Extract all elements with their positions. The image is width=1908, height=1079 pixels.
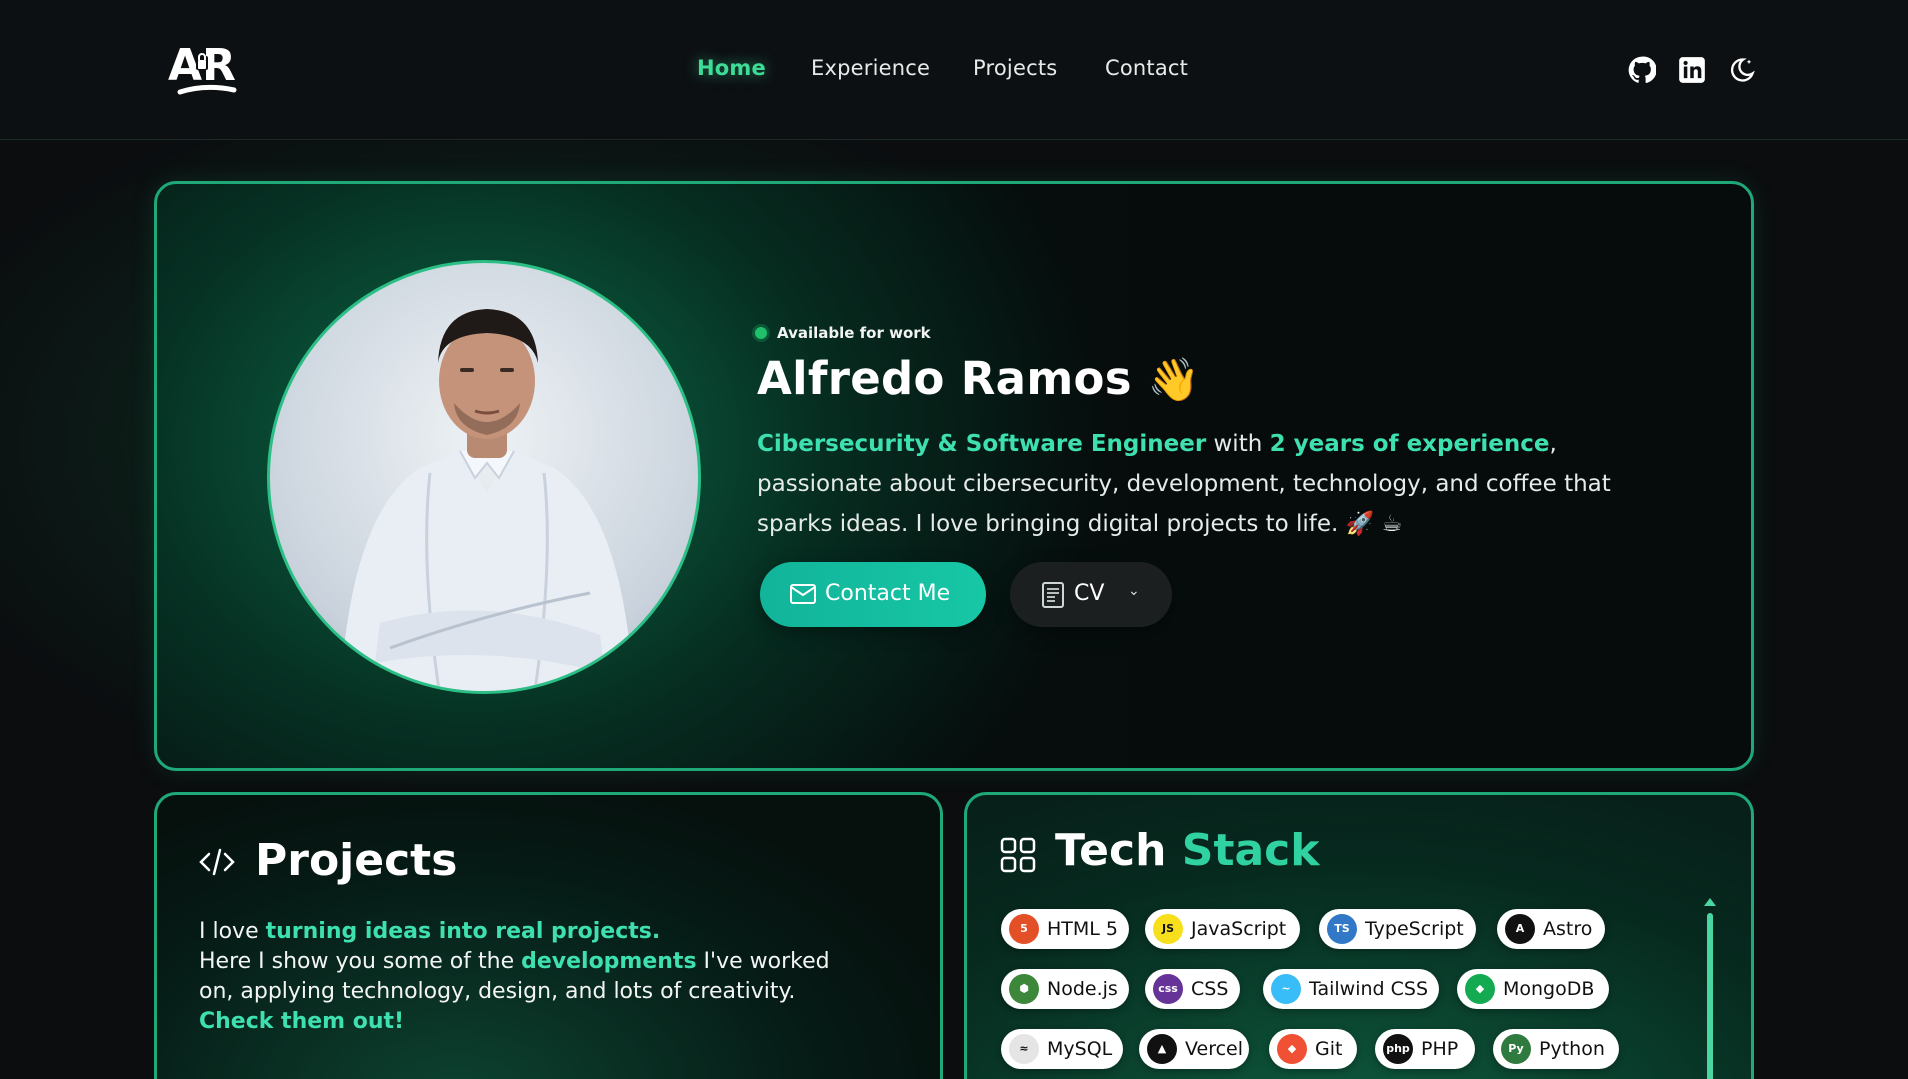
cv-dropdown-button[interactable]: CV ⌄ — [1010, 562, 1172, 627]
hero-name: Alfredo Ramos 👋 — [757, 352, 1201, 405]
status-dot-icon — [755, 327, 767, 339]
grid-icon — [1000, 837, 1036, 873]
tech-chip-label: Python — [1539, 1038, 1605, 1060]
tech-chip-label: PHP — [1421, 1038, 1459, 1060]
chevron-down-icon: ⌄ — [1128, 583, 1140, 599]
tech-logo-icon: A — [1505, 914, 1535, 944]
tech-chip[interactable]: ◆ MongoDB — [1457, 969, 1609, 1009]
tech-chip[interactable]: Py Python — [1493, 1029, 1619, 1069]
tech-chip[interactable]: php PHP — [1375, 1029, 1475, 1069]
scroll-up-icon[interactable] — [1704, 898, 1716, 906]
nav-experience[interactable]: Experience — [811, 56, 930, 80]
tech-chip[interactable]: ~ Tailwind CSS — [1263, 969, 1439, 1009]
tech-stack-title: Tech Stack — [1055, 825, 1320, 876]
tech-logo-icon: ◆ — [1465, 974, 1495, 1004]
tech-chip-label: Git — [1315, 1038, 1343, 1060]
tech-chip[interactable]: ◆ Git — [1269, 1029, 1357, 1069]
projects-title: Projects — [255, 835, 458, 886]
tech-chip-label: CSS — [1191, 978, 1229, 1000]
avatar — [267, 260, 701, 694]
document-icon — [1042, 582, 1064, 608]
main-nav: Home Experience Projects Contact — [0, 56, 1908, 86]
tech-chip-label: MySQL — [1047, 1038, 1113, 1060]
tech-chip-label: Tailwind CSS — [1309, 978, 1429, 1000]
tech-chip[interactable]: JS JavaScript — [1145, 909, 1300, 949]
tech-chip-label: Astro — [1543, 918, 1593, 940]
theme-toggle-icon[interactable] — [1728, 56, 1756, 84]
tech-chip[interactable]: TS TypeScript — [1319, 909, 1476, 949]
tech-logo-icon: JS — [1153, 914, 1183, 944]
github-icon[interactable] — [1628, 56, 1656, 84]
scrollbar[interactable] — [1707, 913, 1713, 1079]
tech-logo-icon: Py — [1501, 1034, 1531, 1064]
tech-logo-icon: 5 — [1009, 914, 1039, 944]
nav-projects[interactable]: Projects — [973, 56, 1057, 80]
contact-me-button[interactable]: Contact Me — [760, 562, 986, 627]
linkedin-icon[interactable] — [1678, 56, 1706, 84]
tech-logo-icon: ◆ — [1277, 1034, 1307, 1064]
tech-chip[interactable]: ▲ Vercel — [1139, 1029, 1249, 1069]
code-icon — [199, 848, 235, 876]
tech-chip-label: HTML 5 — [1047, 918, 1118, 940]
projects-description: I love turning ideas into real projects.… — [199, 919, 830, 1034]
profile-photo — [340, 309, 634, 691]
nav-home[interactable]: Home — [697, 56, 766, 80]
projects-card: Projects I love turning ideas into real … — [154, 792, 943, 1079]
hero-card: Available for work Alfredo Ramos 👋 Ciber… — [154, 181, 1754, 771]
tech-chip[interactable]: A Astro — [1497, 909, 1605, 949]
mail-icon — [790, 584, 816, 604]
nav-contact[interactable]: Contact — [1105, 56, 1188, 80]
site-header: AR Home Experience Projects Contact — [0, 0, 1908, 140]
tech-chip[interactable]: 5 HTML 5 — [1001, 909, 1129, 949]
tech-logo-icon: ⬢ — [1009, 974, 1039, 1004]
tech-chip[interactable]: css CSS — [1145, 969, 1240, 1009]
tech-logo-icon: ~ — [1271, 974, 1301, 1004]
tech-logo-icon: ▲ — [1147, 1034, 1177, 1064]
tech-logo-icon: TS — [1327, 914, 1357, 944]
tech-chip-label: JavaScript — [1191, 918, 1287, 940]
tech-chip-label: Vercel — [1185, 1038, 1244, 1060]
tech-logo-icon: css — [1153, 974, 1183, 1004]
wave-emoji: 👋 — [1147, 355, 1201, 404]
hero-description: Cibersecurity & Software Engineer with 2… — [757, 431, 1611, 537]
tech-logo-icon: ≈ — [1009, 1034, 1039, 1064]
tech-chip[interactable]: ⬢ Node.js — [1001, 969, 1129, 1009]
tech-chip-label: TypeScript — [1365, 918, 1464, 940]
tech-chip[interactable]: ≈ MySQL — [1001, 1029, 1123, 1069]
tech-stack-card: Tech Stack 5 HTML 5 JS JavaScript TS TypeScri… — [964, 792, 1754, 1079]
tech-chip-label: Node.js — [1047, 978, 1118, 1000]
tech-chip-label: MongoDB — [1503, 978, 1595, 1000]
tech-logo-icon: php — [1383, 1034, 1413, 1064]
